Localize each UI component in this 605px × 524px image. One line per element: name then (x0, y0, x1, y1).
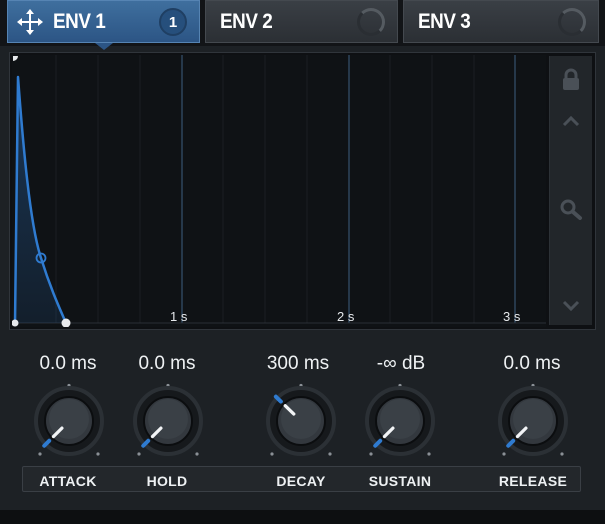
hold-value: 0.0 ms (138, 353, 196, 374)
move-icon[interactable] (17, 8, 43, 35)
knob-face (281, 399, 321, 439)
time-label-2s: 2 s (337, 309, 355, 324)
sustain-knob[interactable] (361, 382, 439, 460)
env-slot-ring-icon[interactable] (558, 8, 586, 36)
release-label: RELEASE (498, 473, 568, 489)
tab-env-3[interactable]: ENV 3 (403, 0, 599, 43)
sustain-label: SUSTAIN (368, 473, 432, 489)
knob-tick-dot (427, 452, 431, 456)
bottom-edge (0, 510, 605, 524)
tab-label: ENV 1 (53, 9, 106, 33)
time-label-3s: 3 s (503, 309, 521, 324)
knob-tick-dot (96, 452, 100, 456)
lock-button[interactable] (550, 68, 592, 92)
knob-tick-dot (137, 452, 141, 456)
attack-knob[interactable] (30, 382, 108, 460)
release-value: 0.0 ms (503, 353, 561, 374)
knob-tick-dot (328, 452, 332, 456)
knob-tick-dot (270, 452, 274, 456)
tab-label: ENV 3 (418, 9, 471, 33)
decay-label: DECAY (276, 473, 326, 489)
release-knob[interactable] (494, 382, 572, 460)
graph-side-controls (549, 56, 592, 325)
lock-icon (563, 68, 579, 90)
hold-knob[interactable] (129, 382, 207, 460)
knob-tick-dot (502, 452, 506, 456)
envelope-graph[interactable]: 1 s 2 s 3 s (12, 55, 546, 327)
zoom-icon (560, 199, 582, 220)
env-slot-ring-icon[interactable] (357, 8, 385, 36)
scroll-down-button[interactable] (550, 299, 592, 313)
active-tab-pointer (95, 43, 113, 50)
decay-value: 300 ms (266, 353, 330, 374)
tab-env-1[interactable]: ENV 1 1 (7, 0, 200, 43)
sustain-value: -∞ dB (376, 353, 426, 374)
knob-tick-dot (560, 452, 564, 456)
knob-tick-dot (38, 452, 42, 456)
decay-knob[interactable] (262, 382, 340, 460)
knob-tick-dot (195, 452, 199, 456)
scroll-up-button[interactable] (550, 114, 592, 128)
attack-label: ATTACK (39, 473, 97, 489)
tab-env-2[interactable]: ENV 2 (205, 0, 398, 43)
chevron-up-icon (562, 115, 580, 127)
time-label-1s: 1 s (170, 309, 188, 324)
env-slot-badge[interactable]: 1 (159, 8, 187, 36)
zoom-button[interactable] (550, 198, 592, 220)
hold-label: HOLD (146, 473, 188, 489)
attack-value: 0.0 ms (39, 353, 97, 374)
knob-tick-dot (369, 452, 373, 456)
envelope-tabs: ENV 1 1 ENV 2 ENV 3 (0, 0, 605, 50)
chevron-down-icon (562, 300, 580, 312)
tab-label: ENV 2 (220, 9, 273, 33)
